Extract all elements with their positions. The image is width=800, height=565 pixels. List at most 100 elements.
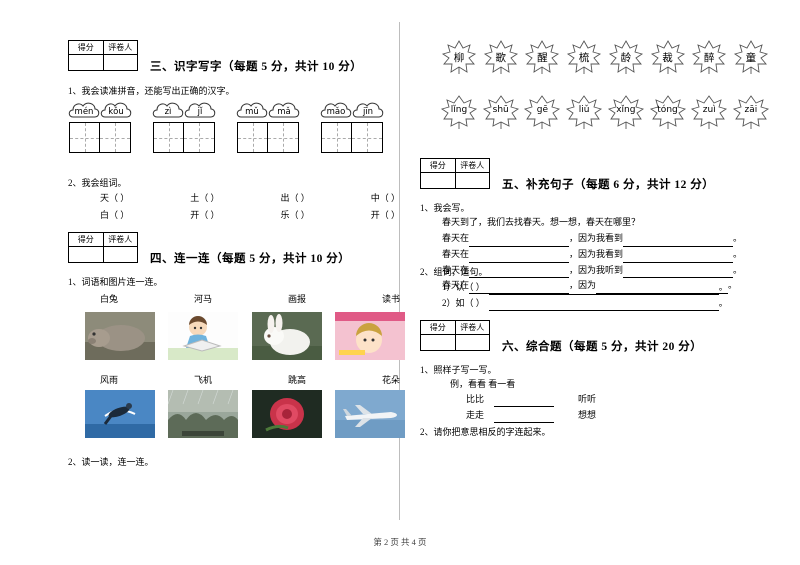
section4-q1: 1、词语和图片连一连。 bbox=[68, 277, 163, 287]
tianzi-grid[interactable] bbox=[153, 122, 215, 153]
match-word[interactable]: 白兔 bbox=[100, 292, 118, 305]
match-word[interactable]: 读书 bbox=[382, 292, 400, 305]
leaf-icon[interactable]: xǐng bbox=[607, 92, 645, 130]
grader-label: 评卷人 bbox=[455, 159, 489, 173]
grader-value[interactable] bbox=[456, 173, 490, 188]
score-value[interactable] bbox=[421, 335, 456, 350]
sentence-prompt: 1）认（ ） bbox=[442, 282, 485, 292]
scorebox-section6: 得分 评卷人 bbox=[420, 320, 490, 351]
section6-title: 六、综合题（每题 5 分，共计 20 分） bbox=[502, 341, 703, 353]
pinyin-text: kǒu bbox=[108, 107, 124, 117]
leaf-icon[interactable]: 歌 bbox=[482, 38, 520, 76]
score-value[interactable] bbox=[421, 173, 456, 188]
leaf-pinyin: lǐng bbox=[450, 105, 468, 115]
section6-q1-example: 例，看看 看一看 bbox=[450, 379, 516, 389]
leaf-icon[interactable]: liǔ bbox=[565, 92, 603, 130]
grader-value[interactable] bbox=[456, 335, 490, 350]
leaf-character: 裁 bbox=[662, 52, 673, 64]
high-jump-photo bbox=[85, 390, 155, 438]
word-cell[interactable]: 乐（ ） bbox=[280, 207, 309, 224]
match-word[interactable]: 跳高 bbox=[288, 373, 306, 386]
grader-value[interactable] bbox=[104, 247, 138, 262]
leaf-icon[interactable]: zuì bbox=[690, 92, 728, 130]
fill-line-prefix: 春天在 bbox=[442, 233, 470, 243]
leaf-icon[interactable]: 梳 bbox=[565, 38, 603, 76]
cloud-shape: mǎ bbox=[268, 100, 300, 122]
fill-line-suffix: ，因为我看到 bbox=[569, 233, 624, 243]
cloud-shape: jīn bbox=[352, 100, 384, 122]
pinyin-text: mǎo bbox=[326, 107, 346, 117]
fill-line-suffix: ，因为我听到 bbox=[569, 264, 624, 275]
word-cell[interactable]: 天（ ） bbox=[100, 190, 129, 207]
leaf-character: 歌 bbox=[495, 52, 506, 64]
leaf-pinyin: tóng bbox=[657, 105, 678, 115]
exam-page: 得分 评卷人 三、识字写字（每题 5 分，共计 10 分） 1、我会读准拼音，还… bbox=[0, 0, 800, 565]
pinyin-text: jīn bbox=[362, 107, 374, 117]
leaf-icon[interactable]: tóng bbox=[649, 92, 687, 130]
match-words-middle: 风雨 飞机 跳高 花朵 bbox=[100, 373, 400, 386]
word-cell[interactable]: 开（ ） bbox=[371, 207, 400, 224]
leaf-icon[interactable]: 龄 bbox=[607, 38, 645, 76]
fill-line[interactable]: 春天在 ，因为我看到 。 bbox=[442, 247, 772, 263]
pinyin-group-4: mǎo jīn bbox=[320, 100, 384, 153]
pattern-answer-label: 想想 bbox=[578, 410, 597, 421]
leaf-icon[interactable]: 童 bbox=[732, 38, 770, 76]
pinyin-text: mǔ bbox=[245, 107, 259, 117]
word-building-table: 天（ ） 土（ ） 出（ ） 中（ ） 白（ ） 开（ ） 乐（ ） 开（ ） bbox=[100, 190, 400, 224]
leaf-icon[interactable]: 醒 bbox=[523, 38, 561, 76]
leaf-icon[interactable]: 裁 bbox=[649, 38, 687, 76]
pinyin-text: zì bbox=[164, 107, 172, 117]
score-value[interactable] bbox=[69, 247, 104, 262]
pinyin-writing-row: mén kǒu zì jǐ mǔ mǎ mǎo jīn bbox=[68, 100, 448, 153]
column-divider bbox=[399, 22, 400, 520]
word-cell[interactable]: 开（ ） bbox=[190, 207, 219, 224]
pinyin-group-2: zì jǐ bbox=[152, 100, 216, 153]
leaf-character: 柳 bbox=[453, 52, 465, 64]
pattern-word: 比比 bbox=[466, 394, 485, 404]
grader-label: 评卷人 bbox=[455, 321, 489, 335]
leaf-pinyin: shū bbox=[492, 105, 509, 115]
fill-line[interactable]: 春天在 ，因为我看到 。 bbox=[442, 231, 772, 247]
sentence-line[interactable]: 1）认（ ） 。 bbox=[442, 279, 772, 296]
leaf-icon[interactable]: gē bbox=[523, 92, 561, 130]
tianzi-grid[interactable] bbox=[237, 122, 299, 153]
leaf-icon[interactable]: shū bbox=[482, 92, 520, 130]
section6-q1: 1、照样子写一写。 bbox=[420, 365, 497, 375]
picture-row-1 bbox=[85, 312, 405, 360]
pattern-line[interactable]: 走走 想想 bbox=[466, 407, 766, 424]
leaf-row-pinyin: lǐng shū gē liǔ xǐng tóng zuì zāi bbox=[440, 92, 770, 130]
sentence-line[interactable]: 2）如（ ） 。 bbox=[442, 295, 772, 312]
section3-q1: 1、我会读准拼音，还能写出正确的汉字。 bbox=[68, 86, 235, 96]
section4-title: 四、连一连（每题 5 分，共计 10 分） bbox=[150, 253, 351, 265]
fill-line[interactable]: 春天在 ，因为我听到 。 bbox=[442, 263, 772, 279]
girl-reading-illustration bbox=[168, 312, 239, 360]
match-word[interactable]: 河马 bbox=[194, 292, 212, 305]
pattern-line[interactable]: 比比 听听 bbox=[466, 391, 766, 408]
leaf-icon[interactable]: lǐng bbox=[440, 92, 478, 130]
section5-q2: 2、组词，造句。 bbox=[420, 267, 488, 277]
grader-value[interactable] bbox=[104, 55, 138, 70]
word-cell[interactable]: 土（ ） bbox=[190, 190, 219, 207]
leaf-row-characters: 柳 歌 醒 梳 龄 裁 醉 童 bbox=[440, 38, 770, 76]
word-cell[interactable]: 中（ ） bbox=[371, 190, 400, 207]
section3-title: 三、识字写字（每题 5 分，共计 10 分） bbox=[150, 61, 363, 73]
rain-forest-photo bbox=[168, 390, 239, 438]
word-cell[interactable]: 白（ ） bbox=[100, 207, 129, 224]
match-word[interactable]: 飞机 bbox=[194, 373, 212, 386]
scorebox-section5: 得分 评卷人 bbox=[420, 158, 490, 189]
leaf-icon[interactable]: zāi bbox=[732, 92, 770, 130]
pinyin-text: mǎ bbox=[277, 107, 291, 117]
tianzi-grid[interactable] bbox=[321, 122, 383, 153]
leaf-pinyin: liǔ bbox=[578, 105, 590, 115]
rabbit-photo bbox=[251, 312, 322, 360]
match-word[interactable]: 花朵 bbox=[382, 373, 400, 386]
leaf-icon[interactable]: 柳 bbox=[440, 38, 478, 76]
match-word[interactable]: 风雨 bbox=[100, 373, 118, 386]
score-label: 得分 bbox=[69, 41, 104, 55]
tianzi-grid[interactable] bbox=[69, 122, 131, 153]
leaf-pinyin: zāi bbox=[744, 105, 758, 115]
word-cell[interactable]: 出（ ） bbox=[280, 190, 309, 207]
score-value[interactable] bbox=[69, 55, 104, 70]
leaf-icon[interactable]: 醉 bbox=[690, 38, 728, 76]
match-word[interactable]: 画报 bbox=[288, 292, 306, 305]
